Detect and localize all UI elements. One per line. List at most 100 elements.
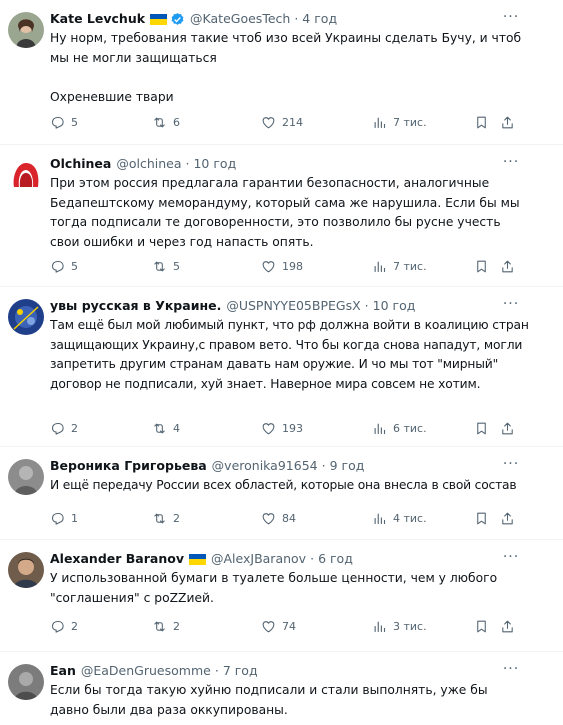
like-button[interactable]: 214 <box>261 112 303 132</box>
like-count: 74 <box>282 619 296 633</box>
retweet-icon <box>154 423 165 433</box>
retweet-button[interactable]: 2 <box>152 508 180 528</box>
reply-button[interactable]: 1 <box>50 508 78 528</box>
share-icon <box>502 620 513 632</box>
share-button[interactable] <box>500 616 515 636</box>
views-count: 3 тис. <box>393 619 427 633</box>
like-count: 198 <box>282 259 303 273</box>
avatar[interactable] <box>8 552 44 588</box>
share-icon <box>502 422 513 434</box>
avatar[interactable] <box>8 664 44 700</box>
separator-dot: · <box>321 458 326 473</box>
share-button[interactable] <box>500 112 515 132</box>
share-button[interactable] <box>500 256 515 276</box>
tweet-text: И ещё передачу России всех областей, кот… <box>50 478 517 492</box>
more-icon[interactable]: ··· <box>501 550 521 568</box>
reply-icon <box>51 260 64 273</box>
bookmark-button[interactable] <box>474 256 489 276</box>
avatar[interactable] <box>8 459 44 495</box>
retweet-count: 2 <box>173 511 180 525</box>
more-icon[interactable]: ··· <box>501 662 521 680</box>
more-icon[interactable]: ··· <box>501 297 521 315</box>
avatar[interactable] <box>8 12 44 48</box>
share-button[interactable] <box>500 418 515 438</box>
tweet-6[interactable]: Ean @EaDenGruesomme · 7 год ··· Если бы … <box>0 652 563 725</box>
like-button[interactable]: 84 <box>261 508 296 528</box>
reply-icon <box>51 620 64 633</box>
author-name[interactable]: Alexander Baranov <box>50 550 184 568</box>
author-handle[interactable]: @EaDenGruesomme <box>81 662 211 680</box>
bookmark-button[interactable] <box>474 418 489 438</box>
author-handle[interactable]: @KateGoesTech <box>190 10 290 28</box>
bookmark-button[interactable] <box>474 508 489 528</box>
retweet-count: 2 <box>173 619 180 633</box>
like-icon <box>262 620 275 632</box>
author-name[interactable]: Olchinea <box>50 155 111 173</box>
author-name[interactable]: Kate Levchuk <box>50 10 145 28</box>
reply-button[interactable]: 5 <box>50 256 78 276</box>
retweet-button[interactable]: 4 <box>152 418 180 438</box>
timestamp[interactable]: 10 год <box>373 297 416 315</box>
timestamp[interactable]: 4 год <box>302 10 337 28</box>
verified-badge-icon <box>171 12 184 25</box>
tweet-4[interactable]: Вероника Григорьева @veronika91654 · 9 г… <box>0 447 563 540</box>
views-button[interactable]: 7 тис. <box>372 112 427 132</box>
share-button[interactable] <box>500 508 515 528</box>
more-icon[interactable]: ··· <box>501 10 521 28</box>
more-icon[interactable]: ··· <box>501 457 521 475</box>
timestamp[interactable]: 9 год <box>330 457 365 475</box>
views-button[interactable]: 7 тис. <box>372 256 427 276</box>
timestamp[interactable]: 10 год <box>193 155 236 173</box>
tweet-2[interactable]: Olchinea @olchinea · 10 год ··· При этом… <box>0 145 563 287</box>
retweet-button[interactable]: 5 <box>152 256 180 276</box>
tweet-header: Olchinea @olchinea · 10 год <box>50 155 236 173</box>
more-icon[interactable]: ··· <box>501 155 521 173</box>
tweet-text: Если бы тогда такую хуйню подписали и ст… <box>50 683 488 717</box>
like-button[interactable]: 74 <box>261 616 296 636</box>
like-button[interactable]: 198 <box>261 256 303 276</box>
tweet-text: Ну норм, требования такие чтоб изо всей … <box>50 31 522 104</box>
author-handle[interactable]: @veronika91654 <box>212 457 318 475</box>
tweet-actions: 5 5 198 7 тис. <box>50 256 530 276</box>
bookmark-button[interactable] <box>474 616 489 636</box>
like-button[interactable]: 193 <box>261 418 303 438</box>
tweet-text: У использованной бумаги в туалете больше… <box>50 571 498 605</box>
avatar[interactable] <box>8 299 44 335</box>
tweet-5[interactable]: Alexander Baranov @AlexJBaranov · 6 год … <box>0 540 563 652</box>
reply-button[interactable]: 2 <box>50 616 78 636</box>
author-handle[interactable]: @USPNYYE05BPEGsX <box>226 297 360 315</box>
reply-count: 2 <box>71 619 78 633</box>
retweet-count: 4 <box>173 421 180 435</box>
views-button[interactable]: 6 тис. <box>372 418 427 438</box>
reply-button[interactable]: 5 <box>50 112 78 132</box>
timestamp[interactable]: 6 год <box>318 550 353 568</box>
tweet-3[interactable]: увы русская в Украине. @USPNYYE05BPEGsX … <box>0 287 563 447</box>
timestamp[interactable]: 7 год <box>223 662 258 680</box>
bookmark-button[interactable] <box>474 112 489 132</box>
bookmark-icon <box>477 260 486 272</box>
author-handle[interactable]: @AlexJBaranov <box>211 550 306 568</box>
tweet-text: Там ещё был мой любимый пункт, что рф до… <box>50 318 529 391</box>
bookmark-icon <box>477 620 486 632</box>
reply-button[interactable]: 2 <box>50 418 78 438</box>
separator-dot: · <box>364 298 369 313</box>
tweet-actions: 2 2 74 3 тис. <box>50 616 530 636</box>
author-name[interactable]: Вероника Григорьева <box>50 457 207 475</box>
separator-dot: · <box>214 663 219 678</box>
bookmark-icon <box>477 116 486 128</box>
reply-icon <box>51 116 64 129</box>
views-button[interactable]: 3 тис. <box>372 616 427 636</box>
like-count: 214 <box>282 115 303 129</box>
retweet-button[interactable]: 6 <box>152 112 180 132</box>
author-handle[interactable]: @olchinea <box>116 155 181 173</box>
retweet-button[interactable]: 2 <box>152 616 180 636</box>
avatar[interactable] <box>8 157 44 193</box>
tweet-1[interactable]: Kate Levchuk @KateGoesTech · 4 год ··· Н… <box>0 0 563 145</box>
like-count: 84 <box>282 511 296 525</box>
reply-icon <box>51 512 64 525</box>
author-name[interactable]: Ean <box>50 662 76 680</box>
views-button[interactable]: 4 тис. <box>372 508 427 528</box>
share-icon <box>502 512 513 524</box>
tweet-header: увы русская в Украине. @USPNYYE05BPEGsX … <box>50 297 415 315</box>
author-name[interactable]: увы русская в Украине. <box>50 297 221 315</box>
